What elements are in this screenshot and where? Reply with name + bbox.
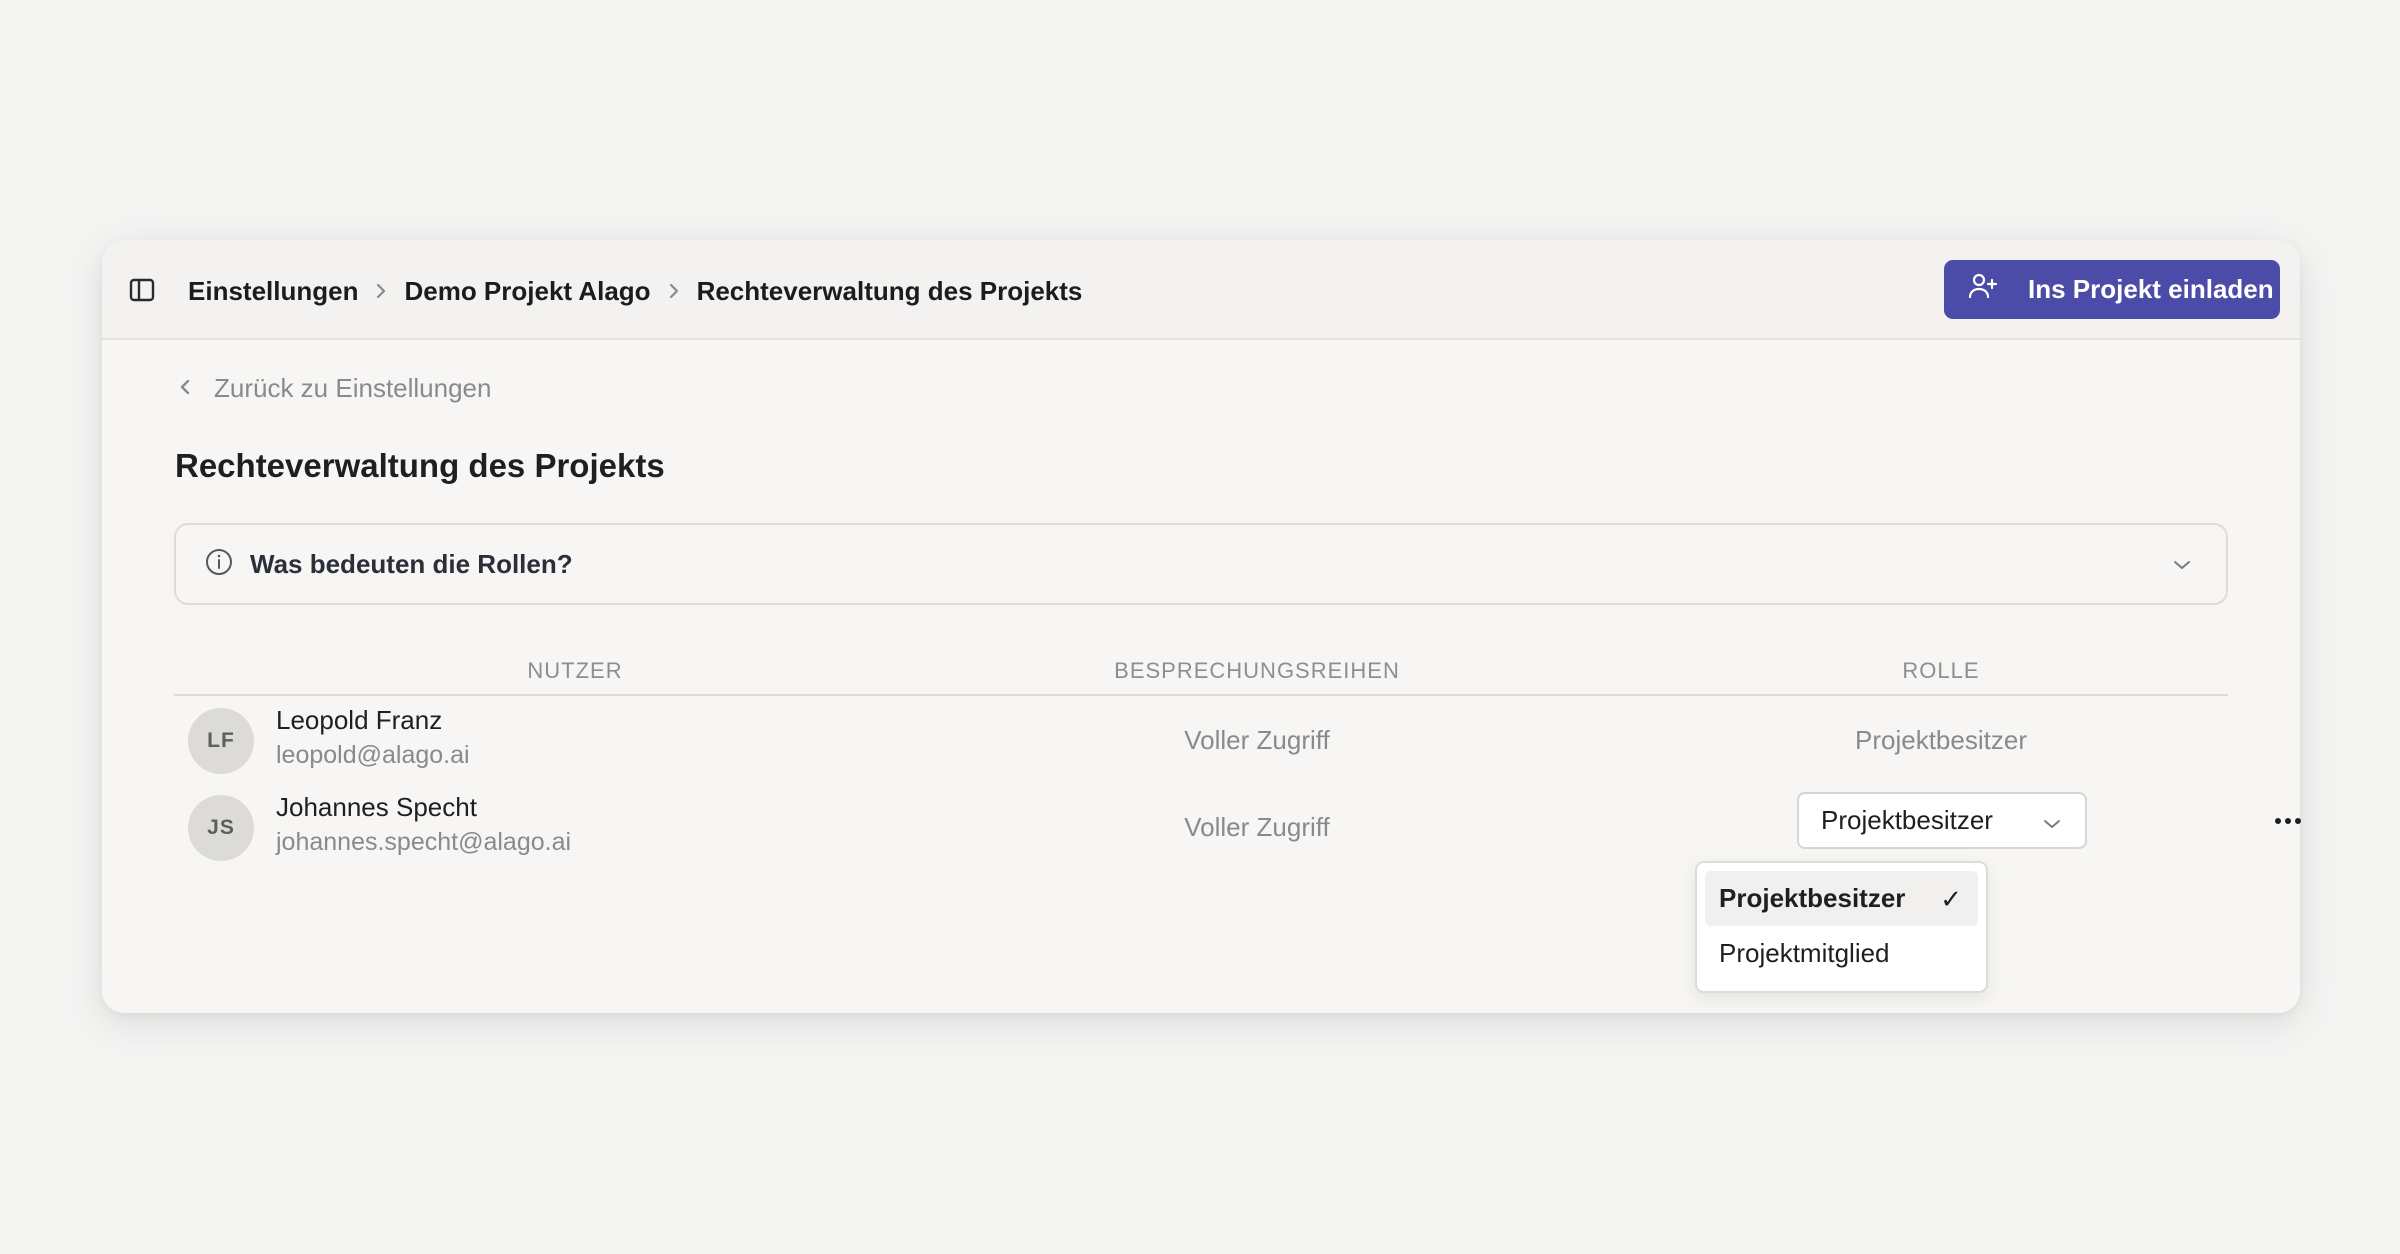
sidebar-toggle-icon[interactable] xyxy=(128,276,156,304)
column-header-user: NUTZER xyxy=(527,658,623,683)
user-plus-icon xyxy=(1968,271,1998,308)
role-select[interactable]: Projektbesitzer xyxy=(1797,792,2087,849)
settings-window: Einstellungen Demo Projekt Alago Rechtev… xyxy=(102,240,2301,1013)
role-option-member[interactable]: Projektmitglied xyxy=(1705,926,1978,981)
column-header-role: ROLLE xyxy=(1902,658,1980,683)
breadcrumb-project[interactable]: Demo Projekt Alago xyxy=(404,276,650,307)
page-title: Rechteverwaltung des Projekts xyxy=(175,447,665,484)
check-icon: ✓ xyxy=(1940,884,1962,914)
top-bar: Einstellungen Demo Projekt Alago Rechtev… xyxy=(102,240,2300,340)
invite-to-project-button[interactable]: Ins Projekt einladen xyxy=(1944,260,2280,319)
meetings-access: Voller Zugriff xyxy=(1184,725,1330,755)
avatar: LF xyxy=(188,708,254,774)
user-name: Johannes Specht xyxy=(276,792,477,822)
breadcrumb-settings[interactable]: Einstellungen xyxy=(188,276,358,307)
back-link-label: Zurück zu Einstellungen xyxy=(214,372,492,403)
table-header: NUTZER BESPRECHUNGSREIHEN ROLLE xyxy=(174,648,2228,696)
role-option-label: Projektbesitzer xyxy=(1719,883,1906,913)
chevron-right-icon xyxy=(358,271,404,311)
user-email: leopold@alago.ai xyxy=(276,741,470,769)
meetings-access: Voller Zugriff xyxy=(1184,812,1330,842)
more-options-icon[interactable] xyxy=(2270,806,2306,836)
roles-info-accordion[interactable]: Was bedeuten die Rollen? xyxy=(174,523,2228,605)
user-name: Leopold Franz xyxy=(276,705,443,735)
user-role: Projektbesitzer xyxy=(1855,725,2027,755)
column-header-meetings: BESPRECHUNGSREIHEN xyxy=(1114,658,1400,683)
breadcrumb-current: Rechteverwaltung des Projekts xyxy=(696,275,1083,306)
role-select-value: Projektbesitzer xyxy=(1821,805,1993,835)
role-dropdown-menu: Projektbesitzer ✓ Projektmitglied xyxy=(1695,861,1988,993)
table-row: JS Johannes Specht johannes.specht@alago… xyxy=(174,792,2301,864)
role-option-owner[interactable]: Projektbesitzer ✓ xyxy=(1705,871,1978,926)
table-row: LF Leopold Franz leopold@alago.ai Voller… xyxy=(174,705,2228,777)
role-option-label: Projektmitglied xyxy=(1719,938,1890,968)
breadcrumb: Einstellungen Demo Projekt Alago Rechtev… xyxy=(188,271,1082,311)
avatar: JS xyxy=(188,795,254,861)
user-email: johannes.specht@alago.ai xyxy=(276,828,572,856)
chevron-down-icon xyxy=(2041,811,2063,833)
chevron-left-icon xyxy=(178,373,192,404)
invite-button-label: Ins Projekt einladen xyxy=(2028,274,2274,304)
back-to-settings-link[interactable]: Zurück zu Einstellungen xyxy=(178,368,491,408)
chevron-down-icon xyxy=(2170,553,2194,577)
info-icon xyxy=(204,547,234,582)
roles-info-label: Was bedeuten die Rollen? xyxy=(250,548,573,579)
chevron-right-icon xyxy=(651,271,697,311)
